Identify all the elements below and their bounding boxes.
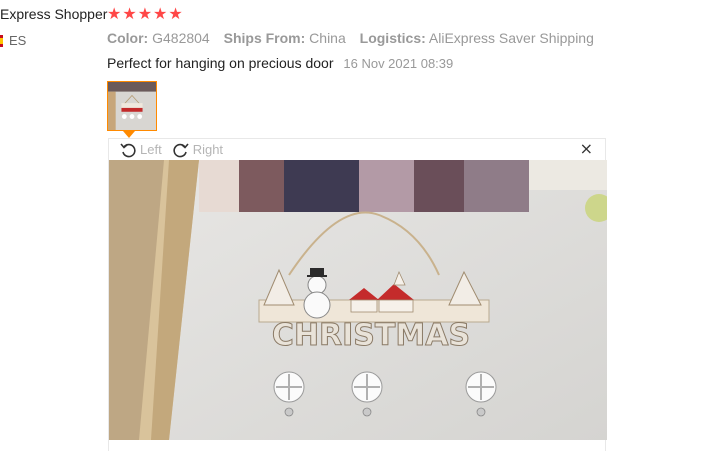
ships-from-value: China xyxy=(309,30,346,46)
photo-viewer: Left Right × CHRISTMAS xyxy=(108,138,607,451)
logistics-label: Logistics: xyxy=(359,30,426,46)
christmas-sign-photo: CHRISTMAS xyxy=(109,160,607,440)
rating-stars: ★ ★ ★ ★ ★ xyxy=(107,5,183,23)
logistics-info: Logistics: AliExpress Saver Shipping xyxy=(360,30,594,46)
reviewer-country: ES xyxy=(0,33,26,48)
country-code: ES xyxy=(9,33,27,48)
color-value: G482804 xyxy=(152,30,210,46)
review-photo-thumbnail[interactable] xyxy=(107,81,157,131)
review-photo: CHRISTMAS xyxy=(109,160,607,440)
review-date: 16 Nov 2021 08:39 xyxy=(343,56,454,71)
viewer-toolbar: Left Right × xyxy=(109,139,605,160)
star-icon: ★ xyxy=(137,4,153,23)
rotate-left-icon xyxy=(120,142,136,157)
star-icon: ★ xyxy=(168,4,183,23)
rotate-right-label: Right xyxy=(192,142,224,157)
ships-from-info: Ships From: China xyxy=(224,30,350,46)
sign-text: CHRISTMAS xyxy=(272,318,470,353)
review-content: Perfect for hanging on precious door 16 … xyxy=(107,55,453,71)
rotate-left-label: Left xyxy=(140,142,162,157)
rotate-left-button[interactable]: Left xyxy=(119,141,162,159)
star-icon: ★ xyxy=(153,4,168,23)
review-text: Perfect for hanging on precious door xyxy=(107,55,334,71)
review-meta: Color: G482804 Ships From: China Logisti… xyxy=(107,30,604,46)
color-label: Color: xyxy=(107,30,149,46)
reviewer-name: Express Shopper xyxy=(0,6,108,22)
close-viewer-button[interactable]: × xyxy=(580,140,593,158)
rotate-right-button[interactable]: Right xyxy=(172,141,223,159)
flag-icon xyxy=(0,34,3,47)
star-icon: ★ xyxy=(107,4,122,23)
thumbnail-image xyxy=(108,82,156,130)
rotate-right-icon xyxy=(173,142,189,157)
thumbnail-selected-indicator xyxy=(123,131,135,138)
color-info: Color: G482804 xyxy=(107,30,214,46)
logistics-value: AliExpress Saver Shipping xyxy=(428,30,594,46)
star-icon: ★ xyxy=(122,4,137,23)
ships-from-label: Ships From: xyxy=(223,30,306,46)
